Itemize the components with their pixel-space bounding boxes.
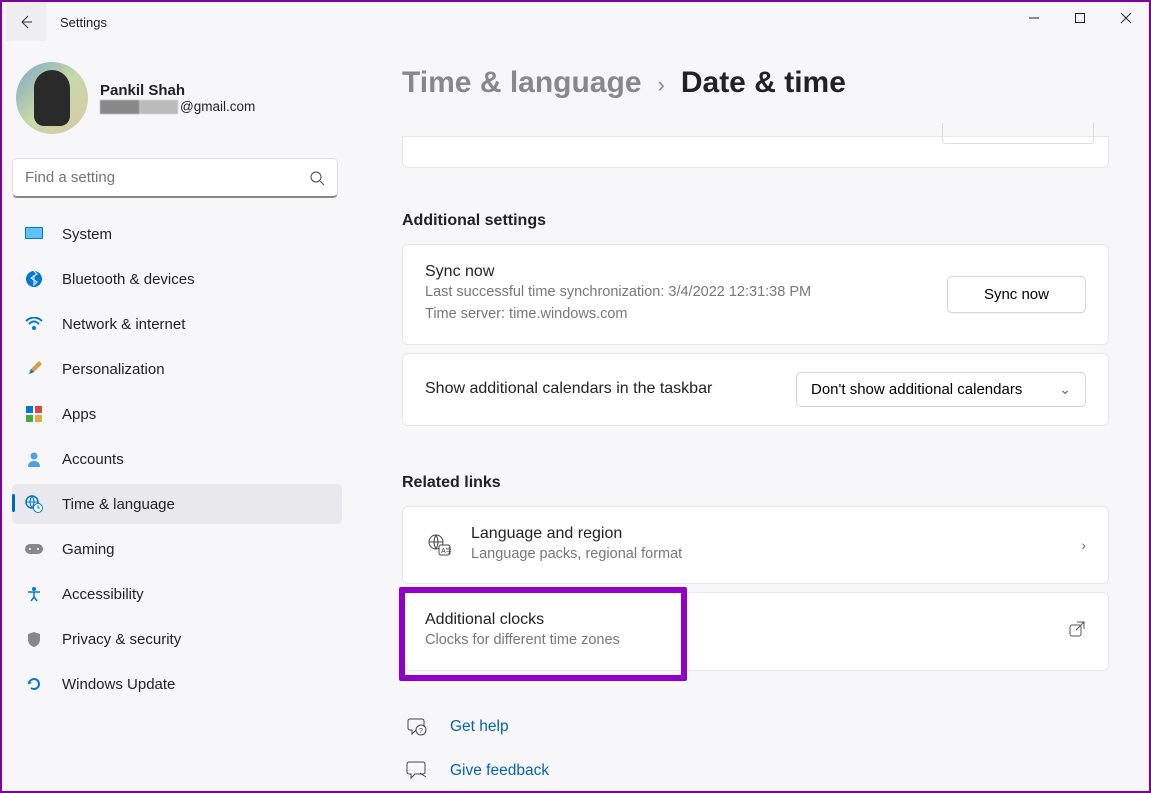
chevron-right-icon: › xyxy=(1081,537,1086,553)
sidebar-item-label: Privacy & security xyxy=(62,631,181,648)
person-icon xyxy=(24,449,44,469)
main-content: Time & language › Date & time Additional… xyxy=(348,42,1149,791)
sidebar-item-label: System xyxy=(62,226,112,243)
additional-clocks-sub: Clocks for different time zones xyxy=(425,629,1050,651)
chevron-down-icon: ⌄ xyxy=(1059,381,1071,398)
close-icon xyxy=(1120,12,1132,24)
update-icon xyxy=(24,674,44,694)
sidebar-item-gaming[interactable]: Gaming xyxy=(12,529,342,569)
dropdown-selected: Don't show additional calendars xyxy=(811,381,1022,398)
sidebar-item-accounts[interactable]: Accounts xyxy=(12,439,342,479)
sidebar-item-label: Gaming xyxy=(62,541,115,558)
sidebar-item-privacy[interactable]: Privacy & security xyxy=(12,619,342,659)
bluetooth-icon xyxy=(24,269,44,289)
search-input[interactable] xyxy=(25,169,309,186)
sidebar-item-label: Windows Update xyxy=(62,676,175,693)
sidebar-item-accessibility[interactable]: Accessibility xyxy=(12,574,342,614)
wifi-icon xyxy=(24,314,44,334)
minimize-button[interactable] xyxy=(1011,2,1057,34)
breadcrumb-current: Date & time xyxy=(681,66,846,100)
sidebar: Pankil Shah @gmail.com System Bluetooth … xyxy=(2,42,348,791)
section-title-related: Related links xyxy=(402,474,1109,492)
lang-region-sub: Language packs, regional format xyxy=(471,543,1063,565)
language-region-card[interactable]: A字 Language and region Language packs, r… xyxy=(402,506,1109,584)
sidebar-item-time-language[interactable]: Time & language xyxy=(12,484,342,524)
sidebar-item-label: Apps xyxy=(62,406,96,423)
sidebar-item-label: Accounts xyxy=(62,451,124,468)
system-icon xyxy=(24,224,44,244)
close-button[interactable] xyxy=(1103,2,1149,34)
help-icon: ? xyxy=(406,715,430,739)
sync-now-button[interactable]: Sync now xyxy=(947,276,1086,313)
sidebar-item-label: Network & internet xyxy=(62,316,185,333)
search-box[interactable] xyxy=(12,158,338,198)
sidebar-item-personalization[interactable]: Personalization xyxy=(12,349,342,389)
section-title-additional: Additional settings xyxy=(402,212,1109,230)
breadcrumb-parent[interactable]: Time & language xyxy=(402,66,642,100)
breadcrumb: Time & language › Date & time xyxy=(402,66,1109,100)
titlebar: Settings xyxy=(2,2,1149,42)
sidebar-item-label: Personalization xyxy=(62,361,165,378)
apps-icon xyxy=(24,404,44,424)
paintbrush-icon xyxy=(24,359,44,379)
app-title: Settings xyxy=(60,15,107,30)
maximize-icon xyxy=(1074,12,1086,24)
chevron-right-icon: › xyxy=(658,72,665,98)
sync-last-line: Last successful time synchronization: 3/… xyxy=(425,281,929,303)
additional-clocks-card[interactable]: Additional clocks Clocks for different t… xyxy=(402,592,1109,670)
window-controls xyxy=(1011,2,1149,34)
give-feedback-label: Give feedback xyxy=(450,762,549,780)
search-icon xyxy=(309,170,325,186)
accessibility-icon xyxy=(24,584,44,604)
user-block[interactable]: Pankil Shah @gmail.com xyxy=(10,52,344,152)
sidebar-item-system[interactable]: System xyxy=(12,214,342,254)
sidebar-item-label: Bluetooth & devices xyxy=(62,271,195,288)
get-help-link[interactable]: ? Get help xyxy=(402,705,1109,749)
external-link-icon xyxy=(1068,620,1086,643)
sync-card: Sync now Last successful time synchroniz… xyxy=(402,244,1109,345)
shield-icon xyxy=(24,629,44,649)
avatar xyxy=(16,62,88,134)
nav-list: System Bluetooth & devices Network & int… xyxy=(10,214,344,704)
card-partial-top xyxy=(402,136,1109,168)
sidebar-item-label: Accessibility xyxy=(62,586,144,603)
sidebar-item-bluetooth[interactable]: Bluetooth & devices xyxy=(12,259,342,299)
get-help-label: Get help xyxy=(450,718,509,736)
lang-region-title: Language and region xyxy=(471,525,1063,543)
globe-translate-icon: A字 xyxy=(425,531,453,559)
user-name: Pankil Shah xyxy=(100,82,255,99)
sidebar-item-windows-update[interactable]: Windows Update xyxy=(12,664,342,704)
maximize-button[interactable] xyxy=(1057,2,1103,34)
redacted-email-local xyxy=(100,100,178,114)
calendars-label: Show additional calendars in the taskbar xyxy=(425,380,778,398)
globe-clock-icon xyxy=(24,494,44,514)
gamepad-icon xyxy=(24,539,44,559)
user-email: @gmail.com xyxy=(100,99,255,114)
give-feedback-link[interactable]: Give feedback xyxy=(402,749,1109,791)
feedback-icon xyxy=(406,759,430,783)
calendars-card: Show additional calendars in the taskbar… xyxy=(402,353,1109,426)
svg-text:?: ? xyxy=(419,728,423,735)
back-button[interactable] xyxy=(6,3,46,41)
sync-server-line: Time server: time.windows.com xyxy=(425,303,929,325)
sidebar-item-apps[interactable]: Apps xyxy=(12,394,342,434)
sidebar-item-network[interactable]: Network & internet xyxy=(12,304,342,344)
sidebar-item-label: Time & language xyxy=(62,496,175,513)
arrow-left-icon xyxy=(18,14,34,30)
minimize-icon xyxy=(1028,12,1040,24)
additional-clocks-title: Additional clocks xyxy=(425,611,1050,629)
sync-title: Sync now xyxy=(425,263,929,281)
calendars-dropdown[interactable]: Don't show additional calendars ⌄ xyxy=(796,372,1086,407)
svg-text:A字: A字 xyxy=(441,546,451,555)
